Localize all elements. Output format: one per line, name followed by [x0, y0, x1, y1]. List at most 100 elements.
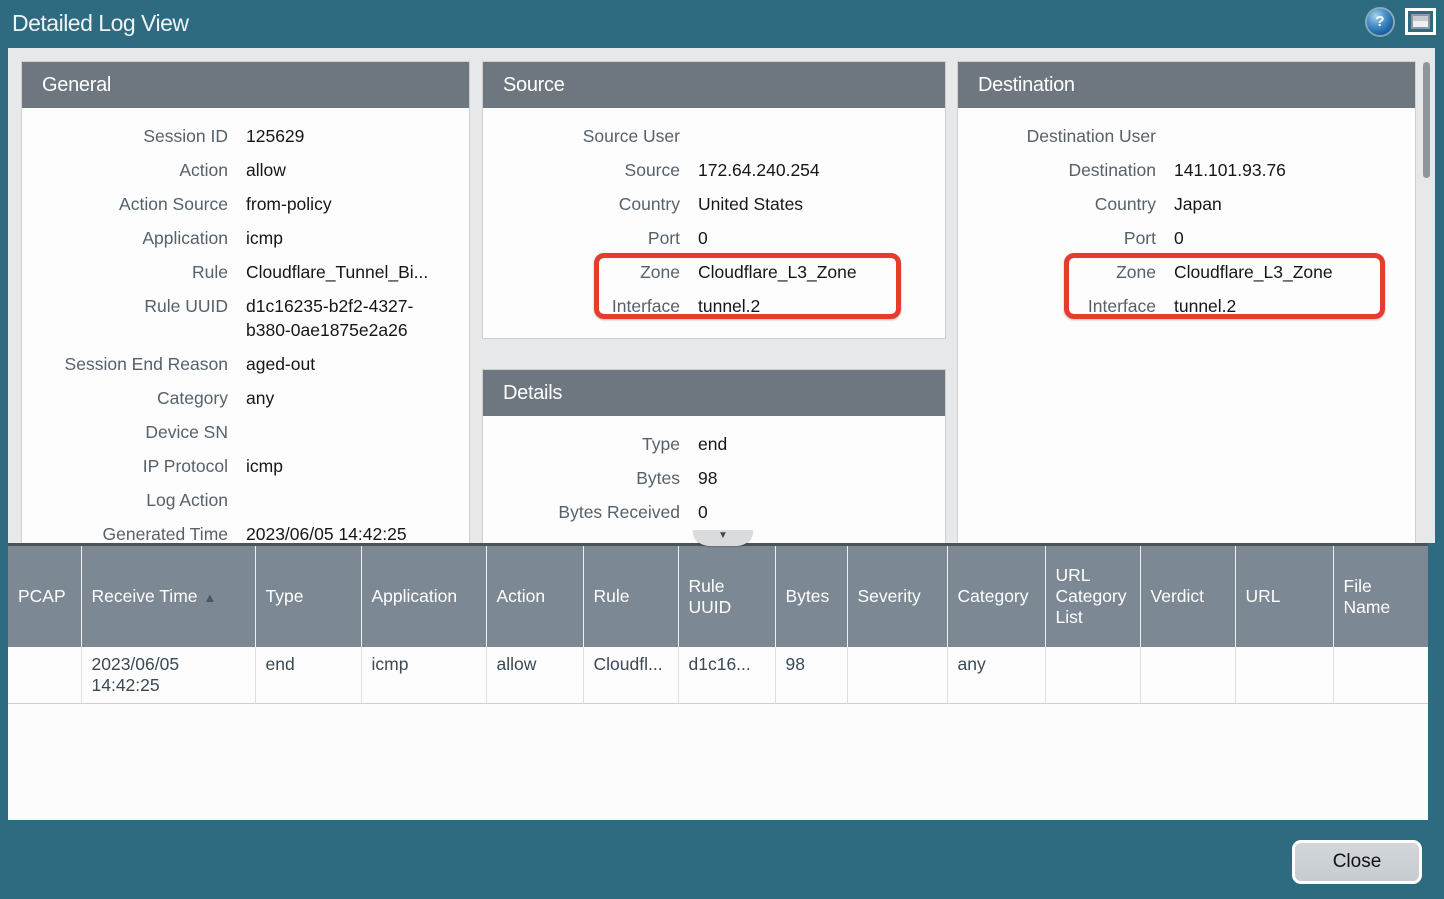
column-header-url-category-list[interactable]: URL Category List	[1045, 546, 1140, 647]
field-row: Interfacetunnel.2	[958, 294, 1415, 318]
table-cell	[1235, 647, 1333, 704]
panel-general: General Session ID125629ActionallowActio…	[22, 62, 469, 543]
panel-source: Source Source UserSource172.64.240.254Co…	[483, 62, 945, 338]
field-row: Rule UUID d1c16235-b2f2-4327-b380-0ae1875…	[22, 294, 469, 342]
field-label: Bytes	[483, 466, 680, 490]
column-header-rule[interactable]: Rule	[583, 546, 678, 647]
table-cell	[8, 647, 81, 704]
field-label: Interface	[483, 294, 680, 318]
field-row: Typeend	[483, 432, 945, 456]
column-header-action[interactable]: Action	[486, 546, 583, 647]
column-header-type[interactable]: Type	[255, 546, 361, 647]
column-header-receive-time[interactable]: Receive Time▲	[81, 546, 255, 647]
field-label: Rule UUID	[22, 294, 228, 342]
table-cell: allow	[486, 647, 583, 704]
table-cell	[1333, 647, 1428, 704]
field-row: Destination User	[958, 124, 1415, 148]
detailed-log-view-dialog: Detailed Log View ? General Session ID12…	[0, 0, 1444, 899]
column-header-bytes[interactable]: Bytes	[775, 546, 847, 647]
field-row: Port 0	[958, 226, 1415, 250]
field-value: tunnel.2	[698, 294, 776, 318]
panel-details-title: Details	[483, 370, 945, 416]
field-label: Generated Time	[22, 522, 228, 543]
panel-details-rows: Typeend Bytes 98 Bytes Received0	[483, 416, 945, 524]
field-row: Source 172.64.240.254	[483, 158, 945, 182]
titlebar: Detailed Log View ?	[0, 0, 1444, 48]
field-value: 0	[698, 226, 724, 250]
field-value: 2023/06/05 14:42:25	[246, 522, 423, 543]
field-value: Cloudflare_Tunnel_Bi...	[246, 260, 444, 284]
column-header-category[interactable]: Category	[947, 546, 1045, 647]
field-row: Port 0	[483, 226, 945, 250]
field-label: Zone	[958, 260, 1156, 284]
sort-ascending-icon: ▲	[204, 590, 217, 605]
field-label: Action Source	[22, 192, 228, 216]
column-header-url[interactable]: URL	[1235, 546, 1333, 647]
field-label: Destination User	[958, 124, 1156, 148]
table-cell	[1045, 647, 1140, 704]
field-label: Type	[483, 432, 680, 456]
highlight-annotation-box: Zone Cloudflare_L3_Zone Interfacetunnel.2	[958, 260, 1415, 318]
panel-details: Details Typeend Bytes 98 Bytes Received0	[483, 370, 945, 543]
field-row: Applicationicmp	[22, 226, 469, 250]
field-label: Zone	[483, 260, 680, 284]
field-row: Destination141.101.93.76	[958, 158, 1415, 182]
window-icon[interactable]	[1405, 8, 1436, 35]
field-label: Source User	[483, 124, 680, 148]
field-label: Port	[958, 226, 1156, 250]
field-label: Port	[483, 226, 680, 250]
column-header-application[interactable]: Application	[361, 546, 486, 647]
field-label: Action	[22, 158, 228, 182]
table-cell: Cloudfl...	[583, 647, 678, 704]
panel-general-title: General	[22, 62, 469, 108]
chevron-down-icon: ▼	[718, 530, 728, 542]
field-label: Session End Reason	[22, 352, 228, 376]
table-cell: 2023/06/05 14:42:25	[81, 647, 255, 704]
column-header-rule-uuid[interactable]: Rule UUID	[678, 546, 775, 647]
column-header-verdict[interactable]: Verdict	[1140, 546, 1235, 647]
field-row: Generated Time 2023/06/05 14:42:25	[22, 522, 469, 543]
panel-general-rows: Session ID125629ActionallowAction Source…	[22, 108, 469, 543]
field-value: 0	[1174, 226, 1200, 250]
help-glyph: ?	[1375, 14, 1384, 29]
column-header-severity[interactable]: Severity	[847, 546, 947, 647]
field-row: Device SN	[22, 420, 469, 444]
column-header-pcap[interactable]: PCAP	[8, 546, 81, 647]
field-value: d1c16235-b2f2-4327-b380-0ae1875e2a26	[246, 294, 467, 342]
field-value: United States	[698, 192, 819, 216]
column-header-file-name[interactable]: File Name	[1333, 546, 1428, 647]
field-row: Session End Reasonaged-out	[22, 352, 469, 376]
field-label: Log Action	[22, 488, 228, 512]
field-label: Application	[22, 226, 228, 250]
table-cell: any	[947, 647, 1045, 704]
field-label: IP Protocol	[22, 454, 228, 478]
panel-destination-rows: Destination User Destination141.101.93.76…	[958, 108, 1415, 318]
field-row: Categoryany	[22, 386, 469, 410]
field-value: 98	[698, 466, 733, 490]
field-row: CountryJapan	[958, 192, 1415, 216]
field-row: Source User	[483, 124, 945, 148]
titlebar-icons: ?	[1367, 8, 1436, 35]
scrollbar-thumb[interactable]	[1423, 62, 1430, 178]
close-button[interactable]: Close	[1292, 840, 1422, 884]
field-row: Action Sourcefrom-policy	[22, 192, 469, 216]
table-row[interactable]: 2023/06/05 14:42:25endicmpallowCloudfl..…	[8, 647, 1428, 704]
window-icon-inner	[1411, 14, 1430, 29]
field-value: 141.101.93.76	[1174, 158, 1302, 182]
field-value: Cloudflare_L3_Zone	[1174, 260, 1349, 284]
field-label: Source	[483, 158, 680, 182]
table-cell: 98	[775, 647, 847, 704]
field-row: RuleCloudflare_Tunnel_Bi...	[22, 260, 469, 284]
field-row: Bytes 98	[483, 466, 945, 490]
help-icon[interactable]: ?	[1367, 9, 1393, 35]
field-value: Cloudflare_L3_Zone	[698, 260, 873, 284]
field-value: 172.64.240.254	[698, 158, 836, 182]
field-row: Zone Cloudflare_L3_Zone	[483, 260, 945, 284]
field-value	[246, 488, 262, 512]
field-label: Country	[958, 192, 1156, 216]
log-table: PCAPReceive Time▲TypeApplicationActionRu…	[8, 543, 1428, 820]
field-value: 125629	[246, 124, 320, 148]
field-row: Log Action	[22, 488, 469, 512]
collapse-handle[interactable]: ▼	[693, 530, 753, 546]
field-row: Bytes Received0	[483, 500, 945, 524]
